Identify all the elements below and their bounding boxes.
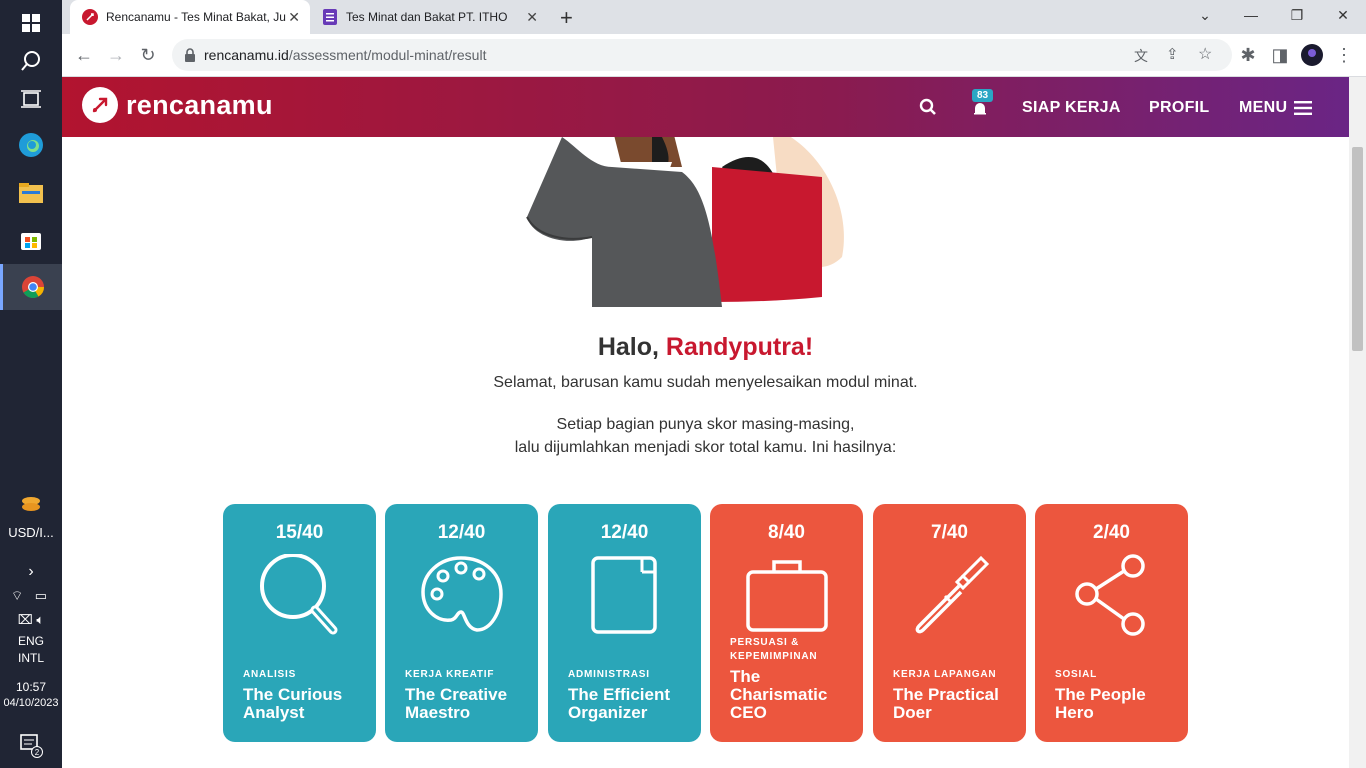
rocket-logo-icon [82, 87, 118, 123]
greeting-heading: Halo, Randyputra! [62, 333, 1349, 362]
bookmark-star-icon[interactable]: ☆ [1198, 44, 1212, 64]
card-title: The Curious Analyst [243, 685, 343, 722]
hamburger-icon[interactable] [1294, 101, 1312, 120]
tab-title: Tes Minat dan Bakat PT. ITHO [346, 10, 508, 24]
tab-search-chevron-icon[interactable]: ⌄ [1182, 0, 1228, 30]
notification-icon[interactable]: 2 [0, 722, 62, 768]
card-category: PERSUASI & KEPEMIMPINAN [730, 637, 818, 662]
card-title: The Practical Doer [893, 685, 999, 722]
nav-menu[interactable]: MENU [1239, 99, 1287, 117]
card-category: ANALISIS [243, 669, 297, 680]
close-tab-icon[interactable]: ✕ [526, 9, 538, 26]
side-panel-icon[interactable]: ◨ [1268, 43, 1292, 67]
url-text[interactable]: rencanamu.id/assessment/modul-minat/resu… [204, 47, 486, 63]
url-host: rencanamu.id [204, 47, 289, 63]
card-title: The Creative Maestro [405, 685, 508, 722]
briefcase-icon [746, 560, 828, 632]
user-name: Randyputra! [665, 333, 814, 361]
result-card-analysis[interactable]: 15/40 ANALISIS The Curious Analyst [223, 504, 376, 742]
result-card-fieldwork[interactable]: 7/40 KERJA LAPANGAN The Practical Doer [873, 504, 1026, 742]
nav-profil[interactable]: PROFIL [1149, 99, 1209, 117]
screwdriver-icon [915, 555, 990, 634]
restore-icon[interactable]: ❐ [1274, 0, 1320, 30]
site-header: rencanamu 83 SIAP KERJA PROFIL MENU [62, 77, 1349, 137]
card-score: 12/40 [600, 522, 649, 543]
reload-icon[interactable]: ↻ [136, 43, 160, 67]
address-bar[interactable]: rencanamu.id/assessment/modul-minat/resu… [172, 39, 1232, 71]
magnifier-icon [260, 554, 338, 635]
card-category: ADMINISTRASI [568, 669, 650, 680]
score-explanation-line2: lalu dijumlahkan menjadi skor total kamu… [514, 439, 897, 456]
card-title: The Charismatic CEO [730, 667, 828, 722]
lock-icon[interactable] [184, 48, 196, 62]
share-page-icon[interactable]: ⇪ [1166, 45, 1179, 63]
network-icon[interactable]: ⌔ ▭ [0, 588, 62, 604]
brand-logo-link[interactable]: rencanamu [82, 87, 273, 123]
store-icon[interactable] [0, 217, 62, 263]
tab-strip: Rencanamu - Tes Minat Bakat, Ju ✕ Tes Mi… [62, 0, 1366, 34]
score-explanation-line1: Setiap bagian punya skor masing-masing, [556, 416, 855, 433]
share-icon [1075, 554, 1145, 636]
forms-favicon-icon [323, 9, 337, 25]
extensions-icon[interactable]: ✱ [1236, 43, 1260, 67]
currency-label[interactable]: USD/I... [0, 525, 62, 540]
volume-icon[interactable]: ⌧ 🔈︎ [0, 612, 62, 628]
back-icon[interactable]: ← [72, 43, 96, 67]
card-title: The People Hero [1055, 685, 1146, 722]
card-category: KERJA LAPANGAN [893, 669, 997, 680]
card-score: 12/40 [437, 522, 486, 543]
chevron-up-icon[interactable]: › [0, 563, 62, 581]
result-card-social[interactable]: 2/40 SOSIAL The People Hero [1035, 504, 1188, 742]
tab-tes-minat[interactable]: Tes Minat dan Bakat PT. ITHO ✕ [310, 0, 548, 34]
result-card-creative[interactable]: 12/40 KERJA KREATIF The Creative Maestro [385, 504, 538, 742]
page-scrollbar[interactable] [1349, 77, 1366, 768]
tab-rencanamu[interactable]: Rencanamu - Tes Minat Bakat, Ju ✕ [70, 0, 310, 34]
people-illustration [526, 137, 844, 307]
bell-icon[interactable] [972, 101, 988, 122]
folder-icon [591, 556, 657, 634]
greeting-text: Halo, [597, 333, 666, 361]
result-card-persuasion[interactable]: 8/40 PERSUASI & KEPEMIMPINAN The Charism… [710, 504, 863, 742]
language-label[interactable]: ENG [0, 634, 62, 648]
browser-toolbar: ← → ↻ rencanamu.id/assessment/modul-mina… [62, 34, 1366, 77]
tab-title: Rencanamu - Tes Minat Bakat, Ju [106, 10, 286, 24]
url-path: /assessment/modul-minat/result [288, 47, 487, 63]
card-score: 7/40 [931, 522, 968, 543]
clock-time[interactable]: 10:57 [0, 680, 62, 694]
clock-date[interactable]: 04/10/2023 [0, 697, 62, 709]
task-view-icon[interactable] [0, 76, 62, 122]
windows-taskbar: USD/I... › ⌔ ▭ ⌧ 🔈︎ ENG INTL 10:57 04/10… [0, 0, 62, 768]
notification-badge: 83 [972, 89, 994, 102]
notification-count: 2 [35, 748, 40, 757]
new-tab-icon[interactable]: + [560, 5, 573, 31]
nav-siap-kerja[interactable]: SIAP KERJA [1022, 99, 1121, 117]
close-window-icon[interactable]: ✕ [1320, 0, 1366, 30]
chrome-icon[interactable] [0, 264, 62, 310]
search-icon[interactable] [919, 98, 937, 121]
minimize-icon[interactable]: — [1228, 0, 1274, 30]
close-tab-icon[interactable]: ✕ [288, 9, 300, 26]
translate-icon[interactable]: 文 [1134, 46, 1148, 66]
card-score: 15/40 [275, 522, 324, 543]
rencanamu-favicon-icon [82, 9, 98, 25]
card-category: SOSIAL [1055, 669, 1098, 680]
currency-widget-icon[interactable] [0, 490, 62, 520]
palette-icon [421, 556, 503, 632]
file-explorer-icon[interactable] [0, 170, 62, 216]
card-category: KERJA KREATIF [405, 669, 495, 680]
scrollbar-thumb[interactable] [1352, 147, 1363, 351]
completion-message: Selamat, barusan kamu sudah menyelesaika… [493, 374, 918, 391]
brand-name: rencanamu [126, 89, 273, 120]
result-card-administration[interactable]: 12/40 ADMINISTRASI The Efficient Organiz… [548, 504, 701, 742]
edge-browser-icon[interactable] [0, 122, 62, 168]
card-score: 2/40 [1093, 522, 1130, 543]
result-content: Halo, Randyputra! Selamat, barusan kamu … [62, 137, 1349, 768]
card-score: 8/40 [768, 522, 805, 543]
profile-avatar[interactable] [1300, 43, 1324, 67]
card-title: The Efficient Organizer [568, 685, 671, 722]
forward-icon[interactable]: → [104, 43, 128, 67]
language-variant-label[interactable]: INTL [0, 651, 62, 665]
chrome-menu-icon[interactable]: ⋮ [1332, 43, 1356, 67]
